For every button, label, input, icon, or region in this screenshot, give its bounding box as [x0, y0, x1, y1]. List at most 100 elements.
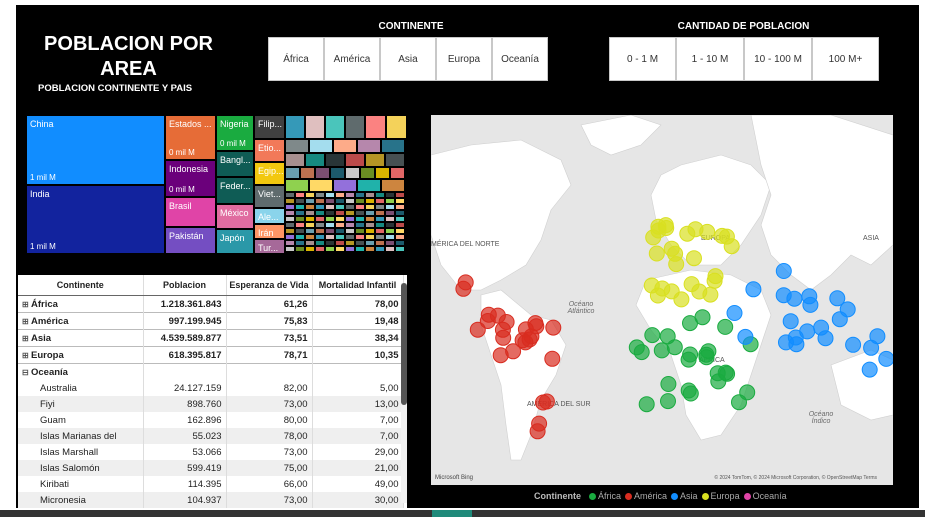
- table-row[interactable]: ⊞ Europa 618.395.817 78,71 10,35: [18, 346, 404, 364]
- map-bubble[interactable]: [801, 288, 818, 305]
- treemap-tile[interactable]: China 1 mil M: [26, 115, 165, 185]
- treemap-tile[interactable]: México: [216, 204, 254, 229]
- map-bubble[interactable]: [878, 350, 893, 367]
- map-bubble[interactable]: [682, 346, 699, 363]
- treemap-tile[interactable]: Brasil: [165, 197, 216, 227]
- legend-item-africa[interactable]: África: [589, 491, 621, 501]
- map-bubble[interactable]: [648, 245, 665, 262]
- slicer-option-america[interactable]: América: [324, 37, 380, 81]
- table-row[interactable]: ⊟ Oceanía: [18, 363, 404, 380]
- treemap-tile[interactable]: [309, 139, 333, 153]
- map-bubble[interactable]: [786, 290, 803, 307]
- column-header-poblacion[interactable]: Poblacion: [143, 275, 227, 296]
- treemap-tile[interactable]: Nigeria 0 mil M: [216, 115, 254, 151]
- table-row[interactable]: Islas Marshall 53.066 73,00 29,00: [18, 444, 404, 460]
- map-bubble[interactable]: [649, 287, 666, 304]
- treemap-tile[interactable]: Indonesia 0 mil M: [165, 160, 216, 197]
- treemap-tile[interactable]: [285, 179, 309, 192]
- treemap-tile[interactable]: Irán: [254, 224, 285, 239]
- map-bubble[interactable]: [699, 223, 716, 240]
- map-bubble[interactable]: [707, 268, 724, 285]
- treemap-tile[interactable]: [300, 167, 315, 179]
- treemap-tile[interactable]: [305, 246, 315, 252]
- expand-toggle-icon[interactable]: ⊞: [22, 351, 31, 360]
- treemap-tile[interactable]: [365, 153, 385, 167]
- map-bubble[interactable]: [682, 385, 699, 402]
- map-bubble[interactable]: [521, 331, 538, 348]
- table-row[interactable]: Fiyi 898.760 73,00 13,00: [18, 396, 404, 412]
- table-scrollbar[interactable]: [401, 283, 407, 503]
- map-bubble[interactable]: [660, 393, 676, 410]
- expand-toggle-icon[interactable]: ⊞: [22, 317, 31, 326]
- treemap-tile[interactable]: [325, 153, 345, 167]
- table-row[interactable]: Islas Marianas del 55.023 78,00 7,00: [18, 428, 404, 444]
- world-map[interactable]: MÉRICA DEL NORTE AMÉRICA DEL SUR ÁFRICA …: [431, 115, 893, 485]
- map-bubble[interactable]: [726, 305, 743, 321]
- slicer-option-africa[interactable]: África: [268, 37, 324, 81]
- table-row[interactable]: ⊞ América 997.199.945 75,83 19,48: [18, 312, 404, 330]
- treemap-tile[interactable]: [309, 179, 333, 192]
- map-bubble[interactable]: [505, 343, 522, 360]
- slicer-option-100m-plus[interactable]: 100 M+: [812, 37, 879, 81]
- treemap-tile[interactable]: [285, 153, 305, 167]
- treemap-tile[interactable]: [355, 246, 365, 252]
- map-bubble[interactable]: [839, 301, 856, 318]
- map-bubble[interactable]: [495, 329, 512, 346]
- treemap-tile[interactable]: Feder...: [216, 177, 254, 204]
- treemap-tile[interactable]: Pakistán: [165, 227, 216, 254]
- map-bubble[interactable]: [788, 336, 805, 353]
- treemap-tile[interactable]: [285, 115, 305, 139]
- legend-item-europa[interactable]: Europa: [701, 491, 740, 501]
- column-header-continente[interactable]: Continente: [18, 275, 144, 296]
- expand-toggle-icon[interactable]: ⊞: [22, 300, 31, 309]
- treemap-tile[interactable]: [325, 246, 335, 252]
- map-bubble[interactable]: [644, 327, 661, 344]
- treemap-tile[interactable]: [375, 246, 385, 252]
- treemap-tile[interactable]: [305, 115, 325, 139]
- legend-item-asia[interactable]: Asia: [671, 491, 698, 501]
- treemap-tile[interactable]: Tur...: [254, 239, 285, 254]
- map-bubble[interactable]: [737, 328, 754, 345]
- slicer-option-0-1m[interactable]: 0 - 1 M: [609, 37, 676, 81]
- table-row[interactable]: Australia 24.127.159 82,00 5,00: [18, 380, 404, 396]
- map-bubble[interactable]: [660, 376, 677, 392]
- map-bubble[interactable]: [528, 318, 545, 335]
- treemap-tile[interactable]: [305, 153, 325, 167]
- map-bubble[interactable]: [650, 222, 667, 239]
- treemap-tile[interactable]: [381, 179, 405, 192]
- slicer-option-oceania[interactable]: Oceanía: [492, 37, 548, 81]
- map-bubble[interactable]: [628, 339, 645, 356]
- slicer-option-asia[interactable]: Asia: [380, 37, 436, 81]
- treemap-tile[interactable]: [365, 246, 375, 252]
- legend-item-oceania[interactable]: Oceanía: [743, 491, 787, 501]
- treemap-tile[interactable]: [333, 139, 357, 153]
- treemap-tile[interactable]: [315, 167, 330, 179]
- treemap-tile[interactable]: [385, 246, 395, 252]
- treemap-tile[interactable]: [330, 167, 345, 179]
- treemap-tile[interactable]: [360, 167, 375, 179]
- map-bubble[interactable]: [745, 281, 762, 298]
- treemap-tile[interactable]: [385, 153, 405, 167]
- map-bubble[interactable]: [686, 250, 702, 267]
- map-bubble[interactable]: [679, 225, 696, 242]
- map-bubble[interactable]: [544, 350, 561, 367]
- treemap-tile[interactable]: [335, 246, 345, 252]
- treemap-tile[interactable]: [285, 167, 300, 179]
- treemap-tile[interactable]: Egip...: [254, 162, 285, 185]
- treemap-tile[interactable]: [333, 179, 357, 192]
- expand-toggle-icon[interactable]: ⊞: [22, 334, 31, 343]
- map-bubble[interactable]: [813, 319, 830, 336]
- slicer-option-1-10m[interactable]: 1 - 10 M: [676, 37, 744, 81]
- treemap-tile[interactable]: Bangl...: [216, 151, 254, 177]
- treemap-tile[interactable]: [295, 246, 305, 252]
- map-bubble[interactable]: [545, 319, 562, 336]
- map-bubble[interactable]: [457, 274, 474, 291]
- treemap-tile[interactable]: Filip...: [254, 115, 285, 139]
- treemap-tile[interactable]: [395, 246, 405, 252]
- map-bubble[interactable]: [698, 349, 715, 366]
- treemap-tile[interactable]: [386, 115, 407, 139]
- page-tab-active[interactable]: [432, 510, 472, 517]
- treemap-tile[interactable]: [285, 246, 295, 252]
- treemap-tile[interactable]: [285, 139, 309, 153]
- map-bubble[interactable]: [861, 361, 878, 378]
